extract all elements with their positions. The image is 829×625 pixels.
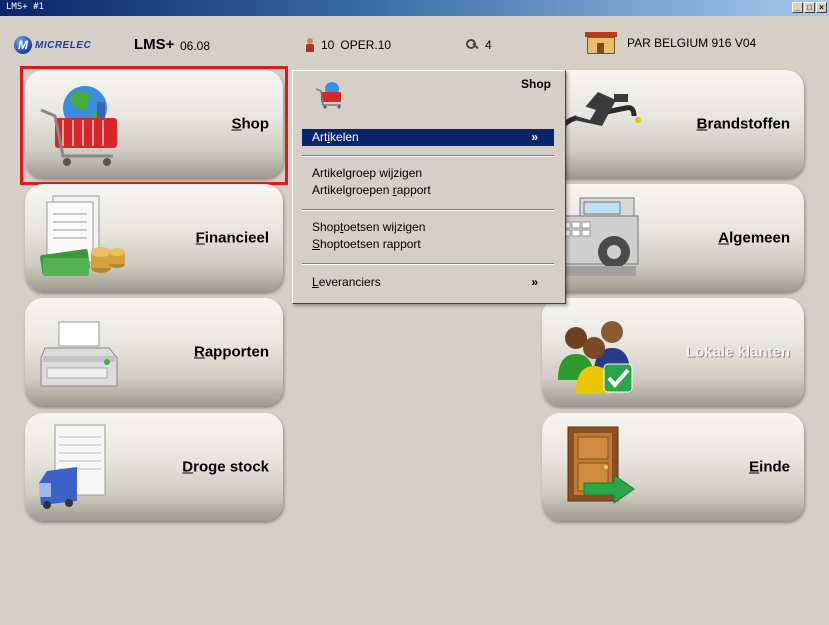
window-controls: _ □ × <box>792 2 827 13</box>
shopping-cart-icon <box>315 82 341 109</box>
window-title-bar: LMS+ #1 _ □ × <box>0 0 829 16</box>
money-documents-icon <box>40 195 125 276</box>
submenu-title: Shop <box>521 77 551 91</box>
minimize-button[interactable]: _ <box>792 2 803 13</box>
menu-separator <box>302 209 554 211</box>
rapporten-button[interactable]: Rapporten <box>25 298 283 406</box>
brandstoffen-label: Brandstoffen <box>696 115 790 133</box>
maximize-button[interactable]: □ <box>804 2 815 13</box>
droge-stock-label: Droge stock <box>182 458 269 476</box>
einde-label: Einde <box>749 458 790 476</box>
menu-separator <box>302 263 554 265</box>
micrelec-logo-text: MICRELEC <box>35 39 92 51</box>
micrelec-logo-icon: M <box>14 36 32 54</box>
lokale-klanten-button: Lokale klanten <box>542 298 804 406</box>
algemeen-label: Algemeen <box>718 229 790 247</box>
close-button[interactable]: × <box>816 2 827 13</box>
lokale-klanten-label: Lokale klanten <box>685 343 790 361</box>
delivery-truck-icon <box>39 424 106 509</box>
menu-item-artikelen[interactable]: Artikelen » <box>302 129 554 146</box>
submenu-arrow-icon: » <box>531 130 538 144</box>
rapporten-label: Rapporten <box>193 343 269 361</box>
app-version: 06.08 <box>180 39 211 53</box>
menu-separator <box>302 155 554 157</box>
financieel-button[interactable]: Financieel <box>25 184 283 292</box>
brandstoffen-button[interactable]: Brandstoffen <box>542 70 804 178</box>
customers-icon <box>558 321 633 394</box>
financieel-label: Financieel <box>195 229 269 247</box>
keys-info: 4 <box>465 38 492 52</box>
station-info: PAR BELGIUM 916 V04 <box>585 32 756 54</box>
app-name: LMS+ <box>134 36 175 53</box>
printer-icon <box>40 321 118 387</box>
droge-stock-button[interactable]: Droge stock <box>25 413 283 521</box>
station-name: PAR BELGIUM 916 V04 <box>627 36 757 50</box>
operator-icon <box>305 38 315 52</box>
einde-button[interactable]: Einde <box>542 413 804 521</box>
status-header: M MICRELEC LMS+ 06.08 10 OPER.10 4 PAR B… <box>0 16 829 64</box>
keys-count: 4 <box>485 38 492 52</box>
menu-item-artikelgroep-wijzigen[interactable]: Artikelgroep wijzigen <box>302 165 554 182</box>
fuel-nozzle-icon <box>556 92 641 151</box>
menu-item-leveranciers[interactable]: Leveranciers » <box>302 274 554 291</box>
window-title: LMS+ #1 <box>6 2 44 12</box>
menu-item-shoptoetsen-wijzigen[interactable]: Shoptoetsen wijzigen <box>302 219 554 236</box>
menu-item-shoptoetsen-rapport[interactable]: Shoptoetsen rapport <box>302 236 554 253</box>
operator-number: 10 <box>321 38 335 52</box>
menu-item-artikelgroepen-rapport[interactable]: Artikelgroepen rapport <box>302 182 554 199</box>
shop-submenu: Shop Artikelen » Artikelgroep wijzigen A… <box>292 70 566 304</box>
station-icon <box>585 32 617 54</box>
submenu-arrow-icon: » <box>531 275 538 289</box>
operator-info: 10 OPER.10 <box>305 38 391 52</box>
cash-register-icon <box>555 197 639 276</box>
exit-door-icon <box>567 426 635 504</box>
key-icon <box>465 38 479 52</box>
algemeen-button[interactable]: Algemeen <box>542 184 804 292</box>
selection-highlight <box>20 66 288 185</box>
operator-name: OPER.10 <box>340 38 392 52</box>
micrelec-logo: M MICRELEC <box>14 36 91 54</box>
